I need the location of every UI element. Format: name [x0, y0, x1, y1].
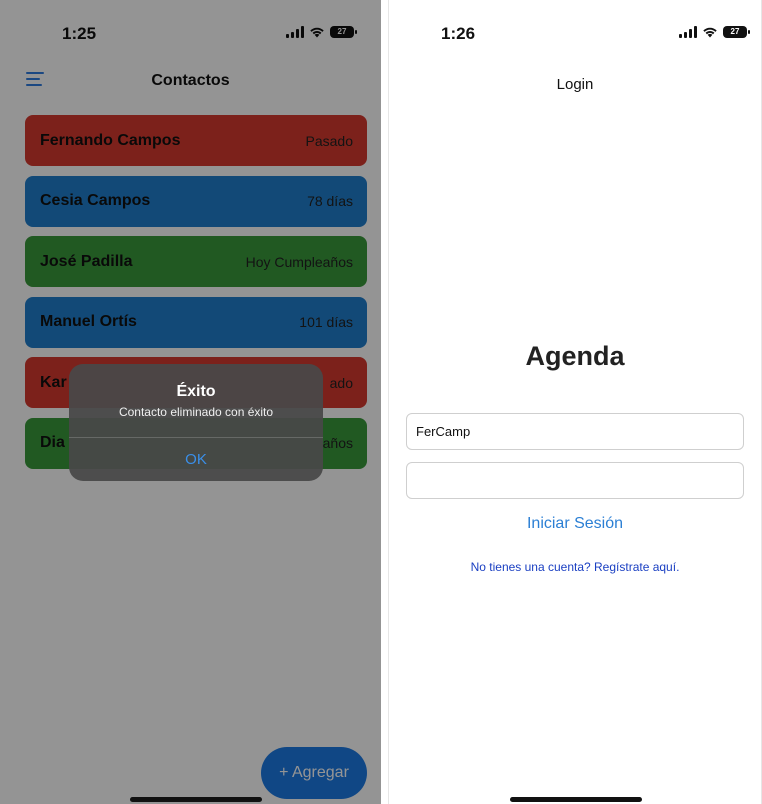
register-link[interactable]: No tienes una cuenta? Regístrate aquí.: [389, 560, 761, 574]
screenshot-divider: [381, 0, 388, 804]
signal-icon: [679, 26, 697, 38]
status-icons: 27: [679, 26, 750, 38]
alert-message: Contacto eliminado con éxito: [118, 405, 274, 419]
app-title: Agenda: [525, 341, 625, 371]
page-title: Login: [556, 76, 594, 93]
username-input[interactable]: [406, 413, 744, 450]
alert-title: Éxito: [176, 383, 216, 400]
login-button[interactable]: Iniciar Sesión: [389, 515, 761, 533]
battery-icon: 27: [723, 26, 750, 38]
success-alert: Éxito Contacto eliminado con éxito OK: [69, 364, 323, 481]
password-input[interactable]: [406, 462, 744, 499]
contacts-screen: 1:25 27 Contactos Fernando Campos Pasado…: [0, 0, 381, 804]
home-indicator: [130, 797, 262, 802]
status-time: 1:26: [441, 24, 476, 43]
login-screen: 1:26 27 Login Agenda Iniciar Sesión No t…: [388, 0, 762, 804]
status-bar: 1:26 27: [389, 0, 761, 60]
home-indicator: [510, 797, 642, 802]
wifi-icon: [703, 27, 717, 38]
alert-ok-button[interactable]: OK: [69, 438, 323, 481]
